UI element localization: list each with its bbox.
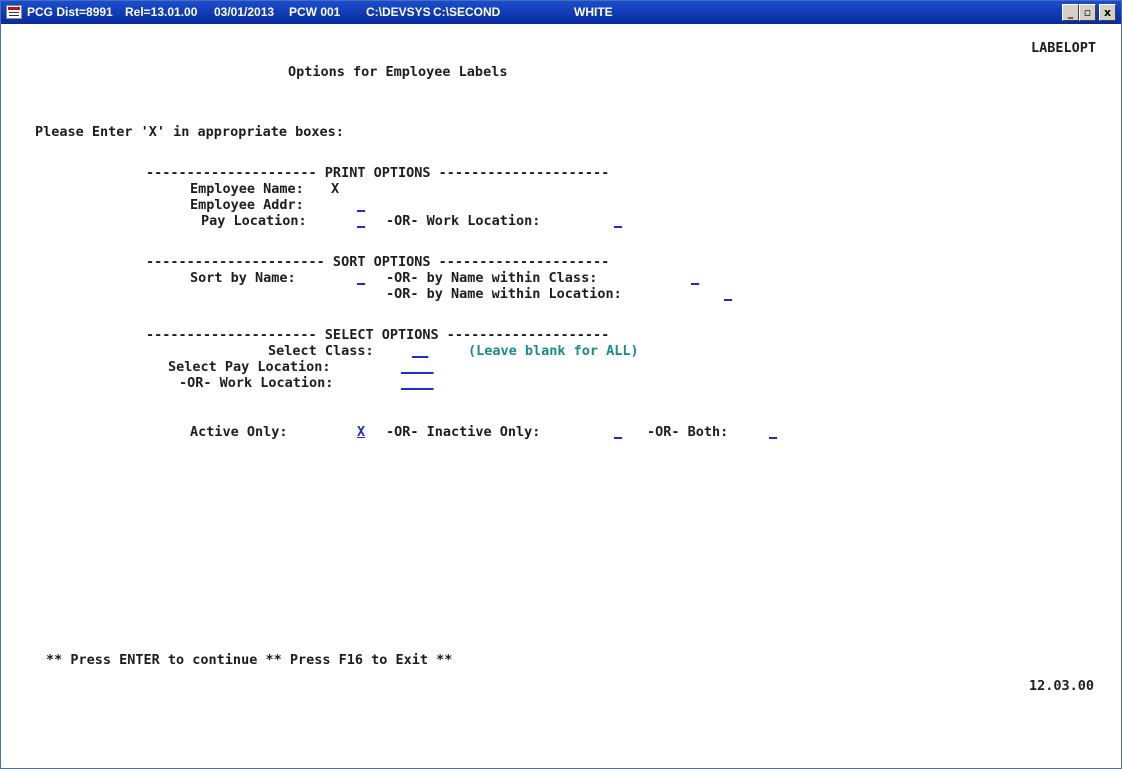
active-only-field[interactable]: X (357, 424, 365, 440)
page-title: Options for Employee Labels (288, 64, 508, 80)
restore-button[interactable]: ▫ (1079, 4, 1096, 21)
select-class-field[interactable]: __ (412, 343, 428, 359)
version-label: 12.03.00 (1029, 678, 1095, 694)
sort-by-location-field[interactable]: _ (724, 286, 732, 302)
inactive-only-field[interactable]: _ (614, 424, 622, 440)
sort-by-class-label: -OR- by Name within Class: (386, 270, 598, 286)
release-label: Rel=13.01.00 (125, 5, 198, 19)
pay-location-label: Pay Location: (201, 213, 307, 229)
terminal-window: PCG Dist=8991 Rel=13.01.00 03/01/2013 PC… (0, 0, 1122, 769)
instruction-text: Please Enter 'X' in appropriate boxes: (35, 124, 344, 140)
inactive-only-label: -OR- Inactive Only: (386, 424, 541, 440)
select-work-location-label: -OR- Work Location: (179, 375, 334, 391)
select-class-hint: (Leave blank for ALL) (468, 343, 639, 359)
pay-location-field[interactable]: _ (357, 213, 365, 229)
select-class-label: Select Class: (268, 343, 374, 359)
dist-label: PCG Dist=8991 (27, 5, 113, 19)
color-label: WHITE (574, 5, 613, 19)
active-only-label: Active Only: (190, 424, 288, 440)
select-work-location-field[interactable]: ____ (401, 375, 434, 391)
app-icon[interactable] (6, 5, 22, 19)
sort-by-location-label: -OR- by Name within Location: (386, 286, 622, 302)
path-second: C:\SECOND (433, 5, 501, 19)
minimize-button[interactable]: _ (1062, 4, 1079, 21)
footer-instructions: ** Press ENTER to continue ** Press F16 … (46, 652, 453, 668)
terminal-screen: LABELOPT Options for Employee Labels Ple… (2, 24, 1120, 768)
employee-name-field[interactable]: X (331, 181, 339, 197)
select-pay-location-field[interactable]: ____ (401, 359, 434, 375)
pcw-label: PCW 001 (289, 5, 341, 19)
title-bar[interactable]: PCG Dist=8991 Rel=13.01.00 03/01/2013 PC… (1, 1, 1121, 24)
select-options-header: --------------------- SELECT OPTIONS ---… (146, 327, 610, 343)
print-options-header: --------------------- PRINT OPTIONS ----… (146, 165, 610, 181)
sort-by-name-label: Sort by Name: (190, 270, 296, 286)
sort-by-class-field[interactable]: _ (691, 270, 699, 286)
both-label: -OR- Both: (647, 424, 729, 440)
select-pay-location-label: Select Pay Location: (168, 359, 331, 375)
employee-name-label: Employee Name: (190, 181, 304, 197)
sort-by-name-field[interactable]: _ (357, 270, 365, 286)
sort-options-header: ---------------------- SORT OPTIONS ----… (146, 254, 610, 270)
program-id: LABELOPT (1031, 40, 1097, 56)
path-devsys: C:\DEVSYS (366, 5, 431, 19)
both-field[interactable]: _ (769, 424, 777, 440)
work-location-label: -OR- Work Location: (386, 213, 541, 229)
date-label: 03/01/2013 (214, 5, 275, 19)
work-location-field[interactable]: _ (614, 213, 622, 229)
close-button[interactable]: x (1099, 4, 1116, 21)
employee-addr-label: Employee Addr: (190, 197, 304, 213)
employee-addr-field[interactable]: _ (357, 197, 365, 213)
